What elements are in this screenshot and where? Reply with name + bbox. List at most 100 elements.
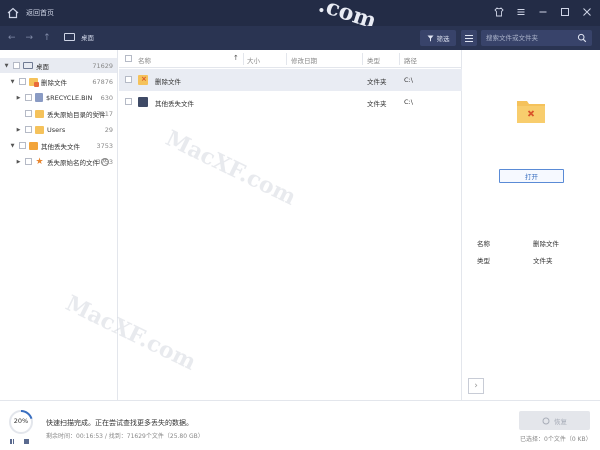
row-checkbox[interactable]	[125, 98, 132, 105]
up-arrow-icon[interactable]: ↑	[43, 32, 51, 44]
checkbox[interactable]	[19, 78, 26, 85]
tree-item-label: 桌面	[36, 62, 49, 71]
file-path: C:\	[404, 98, 413, 106]
file-list-header: 名称 ↑ 大小 修改日期 类型 路径	[119, 50, 462, 68]
breadcrumb: 桌面	[64, 32, 94, 42]
toolbar: ← → ↑ 桌面 筛选	[0, 26, 600, 50]
maximize-icon[interactable]	[560, 7, 570, 17]
folder-icon	[35, 125, 44, 134]
prop-name-key: 名称	[477, 240, 490, 248]
selected-info: 已选择：0个文件（0 KB）	[520, 436, 592, 443]
column-divider[interactable]	[362, 53, 363, 65]
tree-item-count: 3753	[96, 141, 113, 150]
file-type: 文件夹	[367, 100, 387, 108]
pause-icon[interactable]	[10, 439, 14, 444]
column-size[interactable]: 大小	[247, 55, 260, 65]
window-controls	[494, 7, 592, 17]
tree-item-count: 71629	[92, 61, 113, 70]
list-view-button[interactable]	[461, 30, 477, 46]
column-name[interactable]: 名称	[138, 55, 151, 65]
tree-item-recycle-bin[interactable]: ▶ $RECYCLE.BIN 630	[0, 90, 117, 105]
minimize-icon[interactable]	[538, 7, 548, 17]
collapse-icon[interactable]: ▼	[9, 79, 16, 85]
progress-percent: 20%	[13, 417, 29, 425]
tree-item-other-lost[interactable]: ▼ 其他丢失文件 3753	[0, 138, 117, 153]
filter-icon	[427, 35, 433, 41]
menu-icon[interactable]	[516, 7, 526, 17]
sort-arrow-icon[interactable]: ↑	[233, 54, 239, 62]
file-path: C:\	[404, 76, 413, 84]
drive-icon	[138, 97, 148, 107]
delete-mark-icon: ×	[141, 75, 147, 83]
back-arrow-icon[interactable]: ←	[8, 32, 16, 44]
shirt-icon[interactable]	[494, 7, 504, 17]
tree-item-deleted-files[interactable]: ▼ 删除文件 67876	[0, 74, 117, 89]
search-icon[interactable]	[577, 33, 587, 43]
tree-item-desktop[interactable]: ▼ 桌面 71629	[0, 58, 117, 73]
deleted-folder-icon	[517, 101, 545, 123]
tree-item-count: 630	[100, 93, 113, 102]
recover-label: 恢复	[554, 417, 567, 426]
stop-icon[interactable]	[24, 439, 29, 444]
checkbox[interactable]	[13, 62, 20, 69]
row-checkbox[interactable]	[125, 76, 132, 83]
table-row[interactable]: × 删除文件 文件夹 C:\	[119, 69, 462, 91]
forward-arrow-icon[interactable]: →	[26, 32, 34, 44]
file-type: 文件夹	[367, 78, 387, 86]
recover-button[interactable]: 恢复	[519, 411, 590, 430]
column-path[interactable]: 路径	[404, 55, 417, 65]
breadcrumb-location[interactable]: 桌面	[81, 32, 94, 42]
status-bar: 20% 快速扫描完成。正在尝试查找更多丢失的数据。 剩余时间：00:16:53 …	[0, 400, 600, 450]
checkbox[interactable]	[19, 142, 26, 149]
star-icon: ★	[35, 156, 44, 167]
filter-label: 筛选	[436, 35, 450, 43]
deleted-folder-icon	[29, 77, 39, 87]
collapse-icon[interactable]: ▼	[3, 63, 10, 69]
filter-button[interactable]: 筛选	[420, 30, 456, 46]
prop-name-value: 删除文件	[533, 240, 559, 248]
tree-item-count: 67217	[92, 109, 113, 118]
back-to-home-link[interactable]: 返回首页	[26, 8, 54, 18]
close-icon[interactable]	[582, 7, 592, 17]
tree-item-count: 3753	[96, 157, 113, 166]
checkbox[interactable]	[25, 158, 32, 165]
tree-item-label: Users	[47, 125, 66, 134]
open-button[interactable]: 打开	[499, 169, 564, 183]
nav-buttons: ← → ↑	[8, 32, 51, 44]
folder-icon	[35, 109, 44, 118]
file-list: 名称 ↑ 大小 修改日期 类型 路径 × 删除文件 文件夹 C:\ 其他丢失文件…	[119, 50, 462, 400]
computer-icon	[64, 33, 75, 41]
checkbox[interactable]	[25, 110, 32, 117]
preview-panel: 打开 名称 删除文件 类型 文件夹 ›	[463, 50, 600, 400]
search-input[interactable]	[486, 32, 576, 44]
scan-status-message: 快速扫描完成。正在尝试查找更多丢失的数据。	[46, 419, 193, 427]
column-type[interactable]: 类型	[367, 55, 380, 65]
recycle-bin-icon	[35, 93, 43, 102]
tree-item-users[interactable]: ▶ Users 29	[0, 122, 117, 137]
table-row[interactable]: 其他丢失文件 文件夹 C:\	[119, 91, 462, 113]
computer-icon	[23, 62, 33, 69]
recover-icon	[542, 417, 550, 424]
expand-preview-button[interactable]: ›	[468, 378, 484, 394]
select-all-checkbox[interactable]	[125, 55, 132, 62]
home-icon[interactable]	[6, 6, 20, 20]
column-divider[interactable]	[243, 53, 244, 65]
tree-item-label: 删除文件	[41, 78, 67, 87]
title-bar: 返回首页	[0, 0, 600, 26]
tree-item-count: 67876	[92, 77, 113, 86]
checkbox[interactable]	[25, 94, 32, 101]
expand-icon[interactable]: ▶	[15, 95, 22, 101]
file-name: 删除文件	[155, 78, 181, 86]
collapse-icon[interactable]: ▼	[9, 143, 16, 149]
checkbox[interactable]	[25, 126, 32, 133]
column-divider[interactable]	[286, 53, 287, 65]
tree-item-lost-names[interactable]: ▶ ★ 丢失原始名的文件 ? 3753	[0, 154, 117, 169]
tree-item-lost-directory[interactable]: 丢失原始目录的文件 67217	[0, 106, 117, 121]
column-divider[interactable]	[399, 53, 400, 65]
expand-icon[interactable]: ▶	[15, 159, 22, 165]
folder-tree: ▼ 桌面 71629 ▼ 删除文件 67876 ▶ $RECYCLE.BIN 6…	[0, 50, 118, 400]
lost-folder-icon	[29, 141, 38, 150]
column-modified[interactable]: 修改日期	[291, 55, 317, 65]
tree-item-label: 丢失原始名的文件	[47, 158, 99, 167]
expand-icon[interactable]: ▶	[15, 127, 22, 133]
